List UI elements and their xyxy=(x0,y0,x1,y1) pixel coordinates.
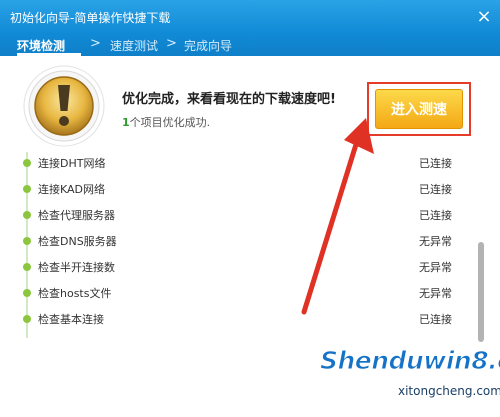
status-dot-icon xyxy=(23,185,31,193)
step-arrow-icon: > xyxy=(90,36,101,51)
list-item: 检查DNS服务器 无异常 xyxy=(0,230,470,256)
check-status: 无异常 xyxy=(419,235,452,248)
check-label: 检查半开连接数 xyxy=(38,261,115,274)
watermark-brand: Shenduwin8.com xyxy=(320,346,500,376)
wizard-steps: 环境检测 > 速度测试 > 完成向导 xyxy=(0,34,500,56)
list-item: 检查基本连接 已连接 xyxy=(0,308,470,334)
highlight-box: 进入测速 xyxy=(367,82,471,136)
optimized-count: 1 xyxy=(122,116,130,129)
list-item: 检查半开连接数 无异常 xyxy=(0,256,470,282)
step-arrow-icon: > xyxy=(166,36,177,51)
step-environment-check[interactable]: 环境检测 xyxy=(17,37,65,54)
check-label: 检查基本连接 xyxy=(38,313,104,326)
check-label: 检查DNS服务器 xyxy=(38,235,117,248)
result-summary-text: 个项目优化成功. xyxy=(129,116,211,129)
check-label: 检查hosts文件 xyxy=(38,287,112,300)
check-status: 无异常 xyxy=(419,261,452,274)
status-dot-icon xyxy=(23,211,31,219)
list-item: 连接DHT网络 已连接 xyxy=(0,152,470,178)
check-status: 已连接 xyxy=(419,313,452,326)
check-label: 连接KAD网络 xyxy=(38,183,106,196)
close-icon[interactable]: × xyxy=(474,7,494,27)
check-status: 无异常 xyxy=(419,287,452,300)
step-speed-test[interactable]: 速度测试 xyxy=(110,37,158,54)
check-label: 连接DHT网络 xyxy=(38,157,106,170)
check-status: 已连接 xyxy=(419,209,452,222)
step-finish-wizard[interactable]: 完成向导 xyxy=(184,37,232,54)
status-dot-icon xyxy=(23,289,31,297)
status-dot-icon xyxy=(23,159,31,167)
check-status: 已连接 xyxy=(419,183,452,196)
status-dot-icon xyxy=(23,263,31,271)
check-label: 检查代理服务器 xyxy=(38,209,115,222)
window-title: 初始化向导-简单操作快捷下载 xyxy=(10,11,171,25)
status-dot-icon xyxy=(23,315,31,323)
check-list: 连接DHT网络 已连接 连接KAD网络 已连接 检查代理服务器 已连接 检查DN… xyxy=(0,152,500,352)
exclamation-badge-icon xyxy=(23,65,105,147)
init-wizard-window: 初始化向导-简单操作快捷下载 × 环境检测 > 速度测试 > 完成向导 优化完成… xyxy=(0,0,500,417)
list-item: 检查hosts文件 无异常 xyxy=(0,282,470,308)
watermark-url: xitongcheng.com xyxy=(398,384,500,398)
result-summary: 1个项目优化成功. xyxy=(122,114,210,130)
check-status: 已连接 xyxy=(419,157,452,170)
site-watermark: Shenduwin8.com xitongcheng.com xyxy=(312,340,500,414)
status-dot-icon xyxy=(23,237,31,245)
result-headline: 优化完成，来看看现在的下载速度吧! xyxy=(122,92,336,107)
scrollbar[interactable] xyxy=(478,242,484,342)
list-item: 检查代理服务器 已连接 xyxy=(0,204,470,230)
list-item: 连接KAD网络 已连接 xyxy=(0,178,470,204)
enter-speed-test-button[interactable]: 进入测速 xyxy=(375,89,463,129)
title-bar: 初始化向导-简单操作快捷下载 × xyxy=(0,0,500,34)
